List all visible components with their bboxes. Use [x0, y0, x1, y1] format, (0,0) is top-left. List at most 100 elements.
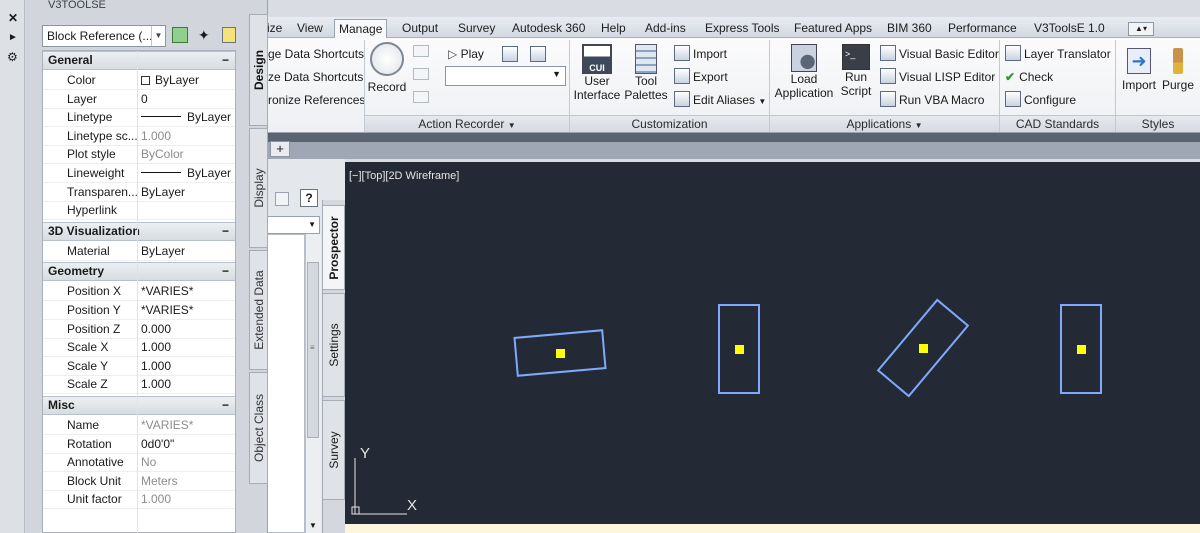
insertion-point-grip[interactable] — [1077, 345, 1086, 354]
tab-bim-360[interactable]: BIM 360 — [887, 19, 932, 38]
property-value[interactable]: 1.000 — [141, 376, 233, 393]
select-objects-icon[interactable]: ✦ — [198, 27, 210, 44]
property-value[interactable]: Meters — [141, 473, 233, 490]
run-vba-macro-button[interactable]: Run VBA Macro — [880, 90, 984, 110]
property-row[interactable]: Annotative No — [43, 454, 235, 473]
tab-autodesk-360[interactable]: Autodesk 360 — [512, 19, 585, 38]
scroll-down-arrow-icon[interactable]: ▼ — [309, 521, 317, 530]
layer-translator-button[interactable]: Layer Translator — [1005, 44, 1111, 64]
collapse-icon[interactable]: − — [222, 223, 229, 240]
insert-message-icon[interactable] — [413, 45, 429, 57]
chevron-down-icon[interactable]: ▼ — [151, 26, 165, 46]
tab-add-ins[interactable]: Add-ins — [645, 19, 686, 38]
tab-design[interactable]: Design — [249, 14, 268, 126]
tab-survey[interactable]: Survey — [458, 19, 495, 38]
import-customization-button[interactable]: Import — [674, 44, 727, 64]
user-interface-button[interactable]: CUI User Interface — [573, 44, 621, 102]
property-row[interactable]: Transparen... ByLayer — [43, 184, 235, 202]
property-row[interactable]: Hyperlink — [43, 202, 235, 221]
collapse-icon[interactable]: − — [222, 263, 229, 280]
palette-settings-icon[interactable]: ⚙ — [7, 50, 18, 64]
property-row[interactable]: Name *VARIES* — [43, 417, 235, 435]
property-row[interactable]: Position X *VARIES* — [43, 283, 235, 302]
load-application-button[interactable]: Load Application — [772, 44, 836, 100]
synchronize-references-button[interactable]: ronize References — [268, 90, 365, 110]
tab-object-class[interactable]: Object Class — [249, 372, 268, 484]
tab-output[interactable]: Output — [402, 19, 438, 38]
property-value[interactable]: ByLayer — [141, 165, 233, 182]
close-icon[interactable]: ✕ — [8, 11, 18, 25]
insertion-point-grip[interactable] — [919, 344, 928, 353]
property-value[interactable]: *VARIES* — [141, 302, 233, 319]
tab-performance[interactable]: Performance — [948, 19, 1017, 38]
tab-express-tools[interactable]: Express Tools — [705, 19, 779, 38]
collapse-icon[interactable]: − — [222, 52, 229, 69]
section-header[interactable]: Geometry − — [43, 262, 235, 282]
property-row[interactable]: Block Unit Meters — [43, 473, 235, 491]
property-value[interactable]: ByLayer — [141, 109, 233, 126]
toolspace-view-icon[interactable] — [275, 192, 289, 206]
tab-v3toolse[interactable]: V3ToolsE 1.0 — [1034, 19, 1105, 38]
property-row[interactable]: Linetype ByLayer — [43, 109, 235, 128]
property-value[interactable]: 0.000 — [141, 321, 233, 338]
tab-help[interactable]: Help — [601, 19, 626, 38]
tab-settings[interactable]: Settings — [322, 293, 345, 397]
property-value[interactable]: 1.000 — [141, 339, 233, 356]
section-header[interactable]: 3D Visualization − — [43, 221, 235, 241]
property-value[interactable]: 1.000 — [141, 128, 233, 145]
quick-select-icon[interactable] — [222, 27, 236, 43]
tab-extended-data[interactable]: Extended Data — [249, 250, 268, 370]
tab-featured-apps[interactable]: Featured Apps — [794, 19, 872, 38]
insertion-point-grip[interactable] — [735, 345, 744, 354]
property-value[interactable]: ByLayer — [141, 184, 233, 201]
data-shortcuts-editor-button[interactable]: ze Data Shortcuts — [268, 67, 363, 87]
edit-aliases-button[interactable]: Edit Aliases ▼ — [674, 90, 766, 110]
record-button[interactable]: Record — [367, 42, 407, 94]
section-header[interactable]: Misc − — [43, 396, 235, 415]
visual-basic-editor-button[interactable]: Visual Basic Editor — [880, 44, 999, 64]
property-value[interactable]: ByLayer — [141, 72, 233, 89]
drawing-viewport[interactable]: Y X — [345, 162, 1200, 524]
object-type-selector[interactable]: Block Reference (... — [42, 25, 166, 47]
purge-button[interactable]: Purge — [1160, 48, 1196, 92]
help-icon[interactable]: ? — [300, 189, 318, 207]
property-value[interactable]: 0 — [141, 91, 233, 108]
manage-macros-icon[interactable] — [530, 46, 546, 62]
property-value[interactable]: 1.000 — [141, 358, 233, 375]
tab-prospector[interactable]: Prospector — [322, 205, 345, 290]
insert-base-point-icon[interactable] — [413, 91, 429, 103]
property-row[interactable]: Position Z 0.000 — [43, 321, 235, 339]
section-header[interactable]: General − — [43, 51, 235, 70]
tab-display[interactable]: Display — [249, 128, 268, 248]
property-value[interactable]: ByColor — [141, 146, 233, 163]
toggle-pickadd-icon[interactable] — [172, 27, 188, 43]
applications-panel-title[interactable]: Applications ▼ — [770, 115, 999, 132]
tab-modelize[interactable]: ize — [267, 19, 282, 38]
tab-manage[interactable]: Manage — [334, 19, 388, 38]
export-customization-button[interactable]: Export — [674, 67, 728, 87]
configure-standards-button[interactable]: Configure — [1005, 90, 1076, 110]
action-macro-dropdown[interactable]: ▼ — [445, 66, 566, 86]
property-value[interactable]: 1.000 — [141, 491, 233, 508]
property-row[interactable]: Position Y *VARIES* — [43, 302, 235, 320]
property-row[interactable]: Layer 0 — [43, 91, 235, 109]
insertion-point-grip[interactable] — [556, 349, 565, 358]
property-row[interactable]: Linetype sc... 1.000 — [43, 128, 235, 146]
scrollbar-thumb[interactable]: ≡ — [307, 262, 319, 438]
drawing-canvas[interactable]: Y X — [345, 162, 1200, 524]
property-row[interactable]: Material ByLayer — [43, 243, 235, 261]
collapse-icon[interactable]: − — [222, 397, 229, 414]
tool-palettes-button[interactable]: Tool Palettes — [624, 44, 668, 102]
property-row[interactable]: Lineweight ByLayer — [43, 165, 235, 183]
command-line[interactable] — [345, 524, 1200, 533]
property-value[interactable]: ByLayer — [141, 243, 233, 260]
property-value[interactable]: 0d0'0" — [141, 436, 233, 453]
property-row[interactable]: Rotation 0d0'0" — [43, 436, 235, 454]
macro-preferences-icon[interactable] — [502, 46, 518, 62]
property-row[interactable]: Scale Z 1.000 — [43, 376, 235, 395]
property-row[interactable]: Scale X 1.000 — [43, 339, 235, 358]
property-row[interactable]: Scale Y 1.000 — [43, 358, 235, 376]
tab-view[interactable]: View — [297, 19, 323, 38]
data-shortcuts-button[interactable]: ge Data Shortcuts — [268, 44, 364, 64]
property-row[interactable]: Color ByLayer — [43, 72, 235, 90]
